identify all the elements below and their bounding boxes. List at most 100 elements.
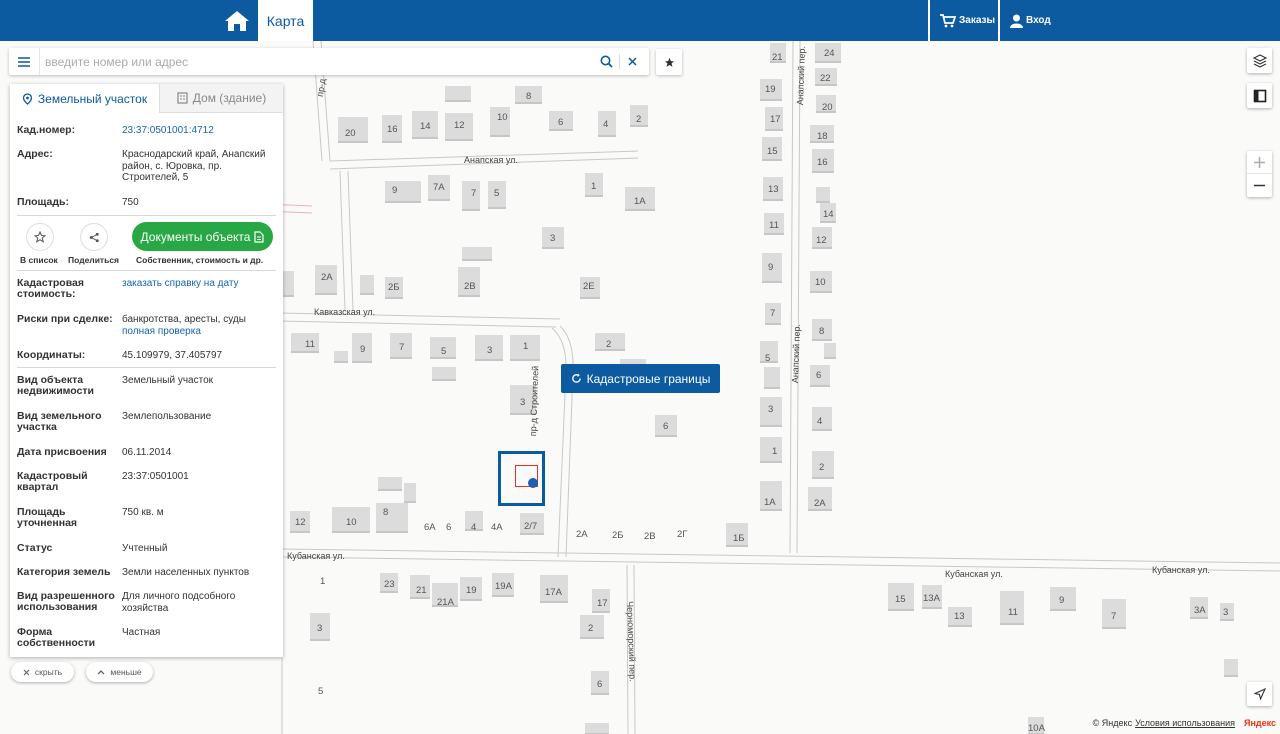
hide-label: скрыть (34, 667, 63, 677)
map-pin-icon (22, 92, 33, 105)
object-documents-button[interactable]: Документы объекта (132, 222, 273, 251)
house-number: 8 (383, 507, 389, 518)
add-to-list-button[interactable] (26, 223, 54, 251)
label: Кадастровая стоимость: (17, 277, 84, 300)
cadastral-bounds-label: Кадастровые границы (586, 371, 711, 386)
house-number: 18 (817, 131, 828, 142)
zoom-out-button[interactable] (1247, 174, 1272, 196)
search-bar (9, 48, 649, 75)
cad-number-link[interactable]: 23:37:0501001:4712 (122, 125, 274, 137)
house-number: 9 (360, 344, 366, 355)
copyright: © Яндекс (1092, 718, 1133, 728)
house-number: 4 (603, 119, 609, 130)
tab-house[interactable]: Дом (здание) (159, 84, 283, 113)
fullscreen-button[interactable] (1247, 83, 1272, 108)
home-icon (225, 10, 249, 31)
house-number: 14 (823, 209, 834, 220)
zoom-control (1247, 151, 1272, 197)
house-number: 5 (494, 188, 500, 199)
geolocation-button[interactable] (1247, 682, 1272, 706)
building (385, 181, 421, 203)
street-label: Кубанская ул. (945, 569, 1003, 579)
building (334, 351, 348, 363)
search-button[interactable] (594, 48, 618, 75)
building (585, 723, 609, 734)
house-number: 12 (454, 120, 465, 131)
orders-button[interactable]: Заказы (940, 0, 995, 41)
house-number: 5 (441, 346, 447, 357)
favorites-button[interactable] (656, 49, 682, 75)
hide-panel-button[interactable]: скрыть (11, 662, 74, 682)
house-number: 2В (464, 281, 476, 292)
building (360, 275, 374, 295)
house-number: 17А (545, 587, 562, 598)
location-arrow-icon (1253, 688, 1266, 700)
house-number: 2А (576, 529, 588, 540)
house-number: 6 (816, 370, 822, 381)
clear-search-button[interactable] (620, 48, 644, 75)
house-number: 3 (768, 404, 774, 415)
login-button[interactable]: Вход (1010, 0, 1051, 41)
divider (17, 367, 276, 368)
yandex-logo[interactable]: Яндекс (1244, 718, 1276, 728)
house-number: 2Б (388, 282, 400, 293)
tab-land-plot[interactable]: Земельный участок (10, 84, 159, 113)
house-number: 6 (663, 421, 669, 432)
collapse-panel-button[interactable]: меньше (86, 662, 153, 682)
house-number: 1А (634, 196, 646, 207)
menu-button[interactable] (9, 48, 40, 75)
house-number: 19А (495, 581, 512, 592)
divider (17, 270, 276, 271)
house-number: 10 (497, 112, 508, 123)
house-number: 20 (345, 128, 356, 139)
house-number: 11 (769, 220, 779, 231)
less-label: меньше (110, 667, 142, 677)
value: Землепользование (122, 411, 212, 422)
cadastral-bounds-button[interactable]: Кадастровые границы (561, 364, 720, 393)
house-number: 7 (1111, 611, 1117, 622)
label: Площадь: (17, 196, 69, 208)
terms-link[interactable]: Условия использования (1135, 718, 1235, 728)
zoom-in-button[interactable] (1247, 152, 1272, 174)
value: 06.11.2014 (122, 447, 172, 458)
house-number: 4 (817, 416, 823, 427)
house-number: 1 (320, 576, 326, 587)
house-number: 19 (466, 585, 477, 596)
house-number: 7 (471, 188, 477, 199)
search-input[interactable] (45, 52, 585, 71)
value: Частная (122, 627, 161, 638)
value: 23:37:0501001 (122, 471, 189, 482)
full-check-link[interactable]: полная проверка (122, 326, 274, 338)
house-number: 17 (770, 114, 781, 125)
panel-tabs: Земельный участок Дом (здание) (10, 84, 283, 113)
house-number: 3 (520, 397, 526, 408)
label: Форма собственности (17, 626, 96, 649)
docs-button-label: Документы объекта (140, 229, 251, 244)
building (824, 343, 836, 359)
house-number: 1 (591, 181, 597, 192)
tab-map[interactable]: Карта (258, 0, 313, 41)
value: 750 кв. м (122, 507, 164, 518)
building (404, 483, 416, 503)
building (764, 367, 780, 389)
house-number: 2А (321, 272, 333, 283)
house-number: 6А (424, 522, 436, 533)
map-attribution: © Яндекс Условия использования Яндекс (1093, 718, 1276, 728)
location-marker (528, 478, 538, 488)
search-icon (600, 55, 613, 68)
value: банкротства, аресты, суды полная проверк… (122, 314, 274, 337)
house-number: 21А (437, 597, 454, 608)
tab-house-label: Дом (здание) (192, 91, 267, 105)
house-number: 8 (526, 91, 532, 102)
layers-button[interactable] (1247, 48, 1272, 73)
building (445, 86, 471, 102)
house-number: 4 (471, 522, 477, 533)
order-certificate-link[interactable]: заказать справку на дату (122, 278, 274, 290)
orders-label: Заказы (959, 15, 996, 26)
house-number: 9 (768, 262, 774, 273)
home-button[interactable] (216, 0, 258, 41)
share-button[interactable] (80, 223, 108, 251)
house-number: 1 (523, 341, 529, 352)
header-divider (998, 0, 1000, 41)
house-number: 13А (923, 593, 940, 604)
